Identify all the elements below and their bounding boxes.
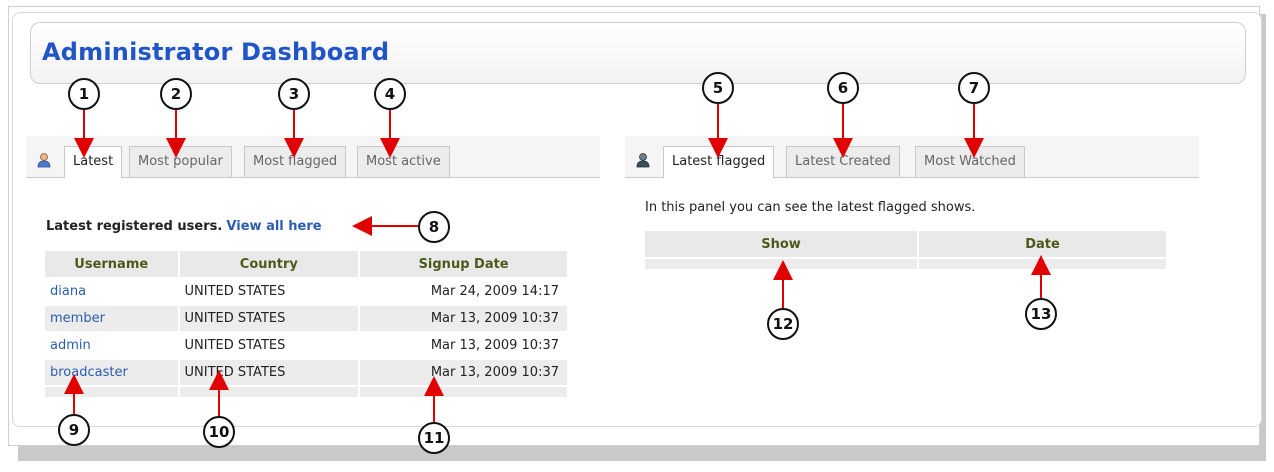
callout-9: 9	[58, 414, 90, 446]
callout-arrows	[64, 104, 1051, 422]
callout-3: 3	[278, 78, 310, 110]
callout-8: 8	[418, 211, 450, 243]
callout-12: 12	[767, 308, 799, 340]
callout-5: 5	[702, 72, 734, 104]
callout-1: 1	[68, 78, 100, 110]
callout-13: 13	[1025, 298, 1057, 330]
callout-2: 2	[160, 78, 192, 110]
callout-7: 7	[958, 72, 990, 104]
callout-10: 10	[203, 416, 235, 448]
callout-4: 4	[374, 78, 406, 110]
callout-6: 6	[827, 72, 859, 104]
callout-11: 11	[418, 422, 450, 454]
